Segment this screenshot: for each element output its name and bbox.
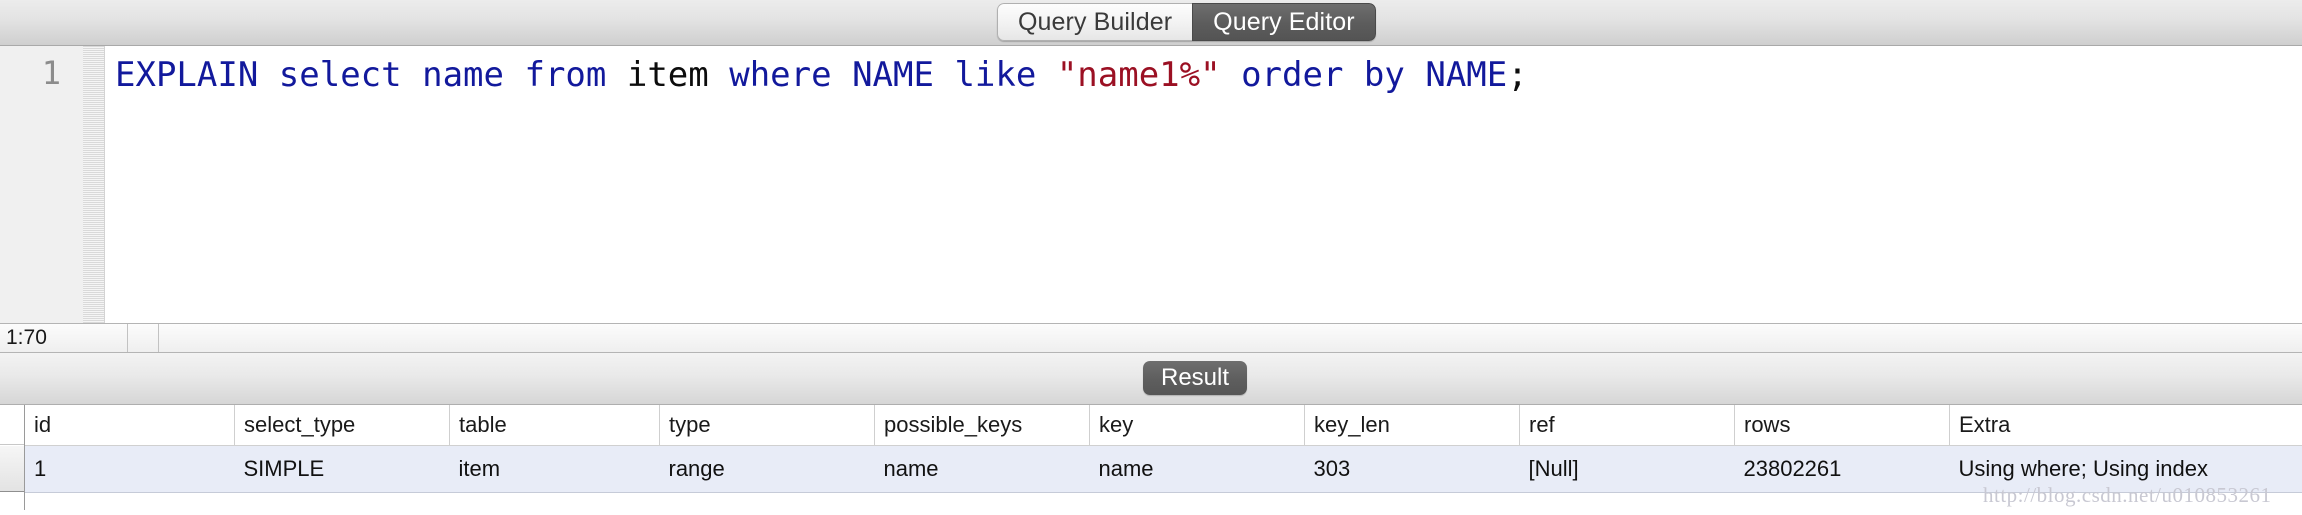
sql-token-21 xyxy=(1405,55,1425,95)
cell-type[interactable]: range xyxy=(660,446,875,493)
sql-token-1 xyxy=(258,55,278,95)
row-selector-column xyxy=(0,405,25,510)
cell-ref[interactable]: [Null] xyxy=(1520,446,1735,493)
top-toolbar: Query Builder Query Editor xyxy=(0,0,2302,46)
view-mode-segmented-control[interactable]: Query Builder Query Editor xyxy=(997,3,1376,41)
status-bar-spacer xyxy=(129,324,159,352)
sql-token-17 xyxy=(1221,55,1241,95)
editor-text-area[interactable]: EXPLAIN select name from item where NAME… xyxy=(106,46,2302,323)
sql-token-19 xyxy=(1343,55,1363,95)
sql-token-6: from xyxy=(524,55,606,95)
result-toolbar: Result xyxy=(0,353,2302,405)
sql-editor-panel[interactable]: 1 EXPLAIN select name from item where NA… xyxy=(0,46,2302,323)
sql-token-15 xyxy=(1036,55,1056,95)
cursor-position-indicator: 1:70 xyxy=(0,324,128,352)
cell-possible_keys[interactable]: name xyxy=(875,446,1090,493)
sql-code-line-1[interactable]: EXPLAIN select name from item where NAME… xyxy=(115,52,1528,98)
sql-token-8: item xyxy=(627,55,709,95)
result-grid-panel: idselect_typetabletypepossible_keyskeyke… xyxy=(0,405,2302,510)
column-header-Extra[interactable]: Extra xyxy=(1950,405,2302,446)
cell-id[interactable]: 1 xyxy=(25,446,235,493)
sql-token-5 xyxy=(504,55,524,95)
row-selector-corner xyxy=(0,405,24,445)
tab-query-editor[interactable]: Query Editor xyxy=(1192,3,1376,41)
sql-token-0: EXPLAIN xyxy=(115,55,258,95)
column-header-table[interactable]: table xyxy=(450,405,660,446)
result-table-body: 1SIMPLEitemrangenamename303[Null]2380226… xyxy=(25,446,2302,493)
column-header-select_type[interactable]: select_type xyxy=(235,405,450,446)
sql-token-2: select xyxy=(279,55,402,95)
sql-token-13 xyxy=(934,55,954,95)
cell-key_len[interactable]: 303 xyxy=(1305,446,1520,493)
editor-fold-strip xyxy=(83,46,105,323)
sql-token-14: like xyxy=(954,55,1036,95)
column-header-possible_keys[interactable]: possible_keys xyxy=(875,405,1090,446)
column-header-ref[interactable]: ref xyxy=(1520,405,1735,446)
column-header-id[interactable]: id xyxy=(25,405,235,446)
explain-result-table: idselect_typetabletypepossible_keyskeyke… xyxy=(25,405,2302,493)
editor-line-number-gutter: 1 xyxy=(0,46,83,323)
column-header-key[interactable]: key xyxy=(1090,405,1305,446)
column-header-rows[interactable]: rows xyxy=(1735,405,1950,446)
cell-table[interactable]: item xyxy=(450,446,660,493)
sql-token-16: "name1%" xyxy=(1057,55,1221,95)
column-header-type[interactable]: type xyxy=(660,405,875,446)
sql-token-9 xyxy=(709,55,729,95)
row-selector-handle[interactable] xyxy=(0,446,24,492)
result-table-head: idselect_typetabletypepossible_keyskeyke… xyxy=(25,405,2302,446)
table-row[interactable]: 1SIMPLEitemrangenamename303[Null]2380226… xyxy=(25,446,2302,493)
sql-token-4: name xyxy=(422,55,504,95)
sql-token-11 xyxy=(832,55,852,95)
blog-watermark: http://blog.csdn.net/u010853261 xyxy=(1983,483,2272,508)
grid-empty-area xyxy=(25,493,2302,515)
table-header-row: idselect_typetabletypepossible_keyskeyke… xyxy=(25,405,2302,446)
cell-key[interactable]: name xyxy=(1090,446,1305,493)
sql-token-23: ; xyxy=(1507,55,1527,95)
cell-select_type[interactable]: SIMPLE xyxy=(235,446,450,493)
sql-token-22: NAME xyxy=(1425,55,1507,95)
column-header-key_len[interactable]: key_len xyxy=(1305,405,1520,446)
sql-token-12: NAME xyxy=(852,55,934,95)
sql-token-3 xyxy=(402,55,422,95)
sql-token-20: by xyxy=(1364,55,1405,95)
cell-rows[interactable]: 23802261 xyxy=(1735,446,1950,493)
tab-result[interactable]: Result xyxy=(1143,361,1247,395)
editor-status-bar: 1:70 xyxy=(0,323,2302,353)
sql-token-18: order xyxy=(1241,55,1343,95)
line-number-1: 1 xyxy=(42,54,61,92)
sql-token-10: where xyxy=(729,55,831,95)
sql-token-7 xyxy=(606,55,626,95)
tab-query-builder[interactable]: Query Builder xyxy=(997,3,1192,41)
